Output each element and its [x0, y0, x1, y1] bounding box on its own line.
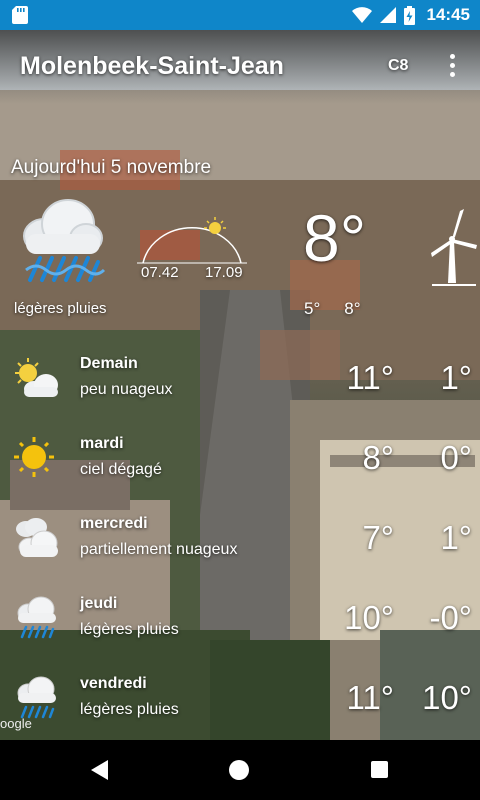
forecast-description: ciel dégagé	[80, 461, 162, 478]
forecast-row-mercredi[interactable]: mercredi partiellement nuageux 7° 1°	[0, 515, 480, 585]
battery-charging-icon	[403, 5, 415, 25]
forecast-min: 10°	[422, 679, 472, 716]
forecast-day: mercredi	[80, 515, 148, 532]
forecast-max: 7°	[362, 519, 394, 556]
sd-card-icon	[12, 6, 28, 24]
recent-apps-icon[interactable]	[371, 761, 388, 778]
forecast-day: mardi	[80, 435, 124, 452]
today-date: Aujourd'hui 5 novembre	[11, 157, 212, 178]
status-bar: 14:45	[0, 0, 480, 30]
today-description: légères pluies	[14, 300, 107, 317]
home-icon[interactable]	[229, 760, 249, 780]
wifi-icon	[351, 7, 372, 23]
forecast-max: 11°	[346, 359, 394, 396]
map-attribution: oogle	[0, 716, 32, 731]
signal-icon	[379, 7, 396, 23]
forecast-min: 1°	[440, 519, 472, 556]
overflow-menu-icon[interactable]	[448, 54, 456, 78]
forecast-min: 1°	[440, 359, 472, 396]
rain-icon	[23, 199, 106, 282]
sun-path-icon	[137, 217, 247, 264]
today-min: 5°	[304, 299, 321, 318]
forecast-min: -0°	[429, 599, 472, 636]
forecast-day: vendredi	[80, 675, 147, 692]
current-temperature: 8°	[303, 201, 367, 275]
location-title[interactable]: Molenbeek-Saint-Jean	[20, 52, 284, 81]
forecast-row-demain[interactable]: Demain peu nuageux 11° 1°	[0, 355, 480, 425]
forecast-description: légères pluies	[80, 621, 179, 638]
forecast-day: jeudi	[80, 595, 118, 612]
partly-cloudy-icon	[15, 358, 58, 397]
today-max: 8°	[344, 299, 361, 318]
forecast-max: 8°	[362, 439, 394, 476]
forecast-description: légères pluies	[80, 701, 179, 718]
forecast-row-mardi[interactable]: mardi ciel dégagé 8° 0°	[0, 435, 480, 505]
forecast-row-vendredi[interactable]: vendredi légères pluies 11° 10°	[0, 675, 480, 745]
forecast-description: partiellement nuageux	[80, 541, 238, 558]
forecast-day: Demain	[80, 355, 138, 372]
wind-turbine-icon	[431, 209, 477, 286]
forecast-row-jeudi[interactable]: jeudi légères pluies 10° -0°	[0, 595, 480, 665]
status-time: 14:45	[426, 5, 470, 24]
sunrise-time: 07.42	[141, 264, 179, 281]
sunset-time: 17.09	[205, 264, 243, 281]
back-icon[interactable]	[90, 759, 110, 781]
forecast-min: 0°	[440, 439, 472, 476]
forecast-max: 11°	[346, 679, 394, 716]
rain-icon	[17, 596, 56, 639]
forecast-description: peu nuageux	[80, 381, 173, 398]
forecast-max: 10°	[344, 599, 394, 636]
sun-icon	[14, 437, 54, 477]
unit-toggle-button[interactable]: C8	[388, 57, 408, 75]
navigation-bar	[0, 740, 480, 800]
clouds-icon	[16, 518, 58, 557]
today-min-max: 5° 8°	[304, 299, 385, 319]
